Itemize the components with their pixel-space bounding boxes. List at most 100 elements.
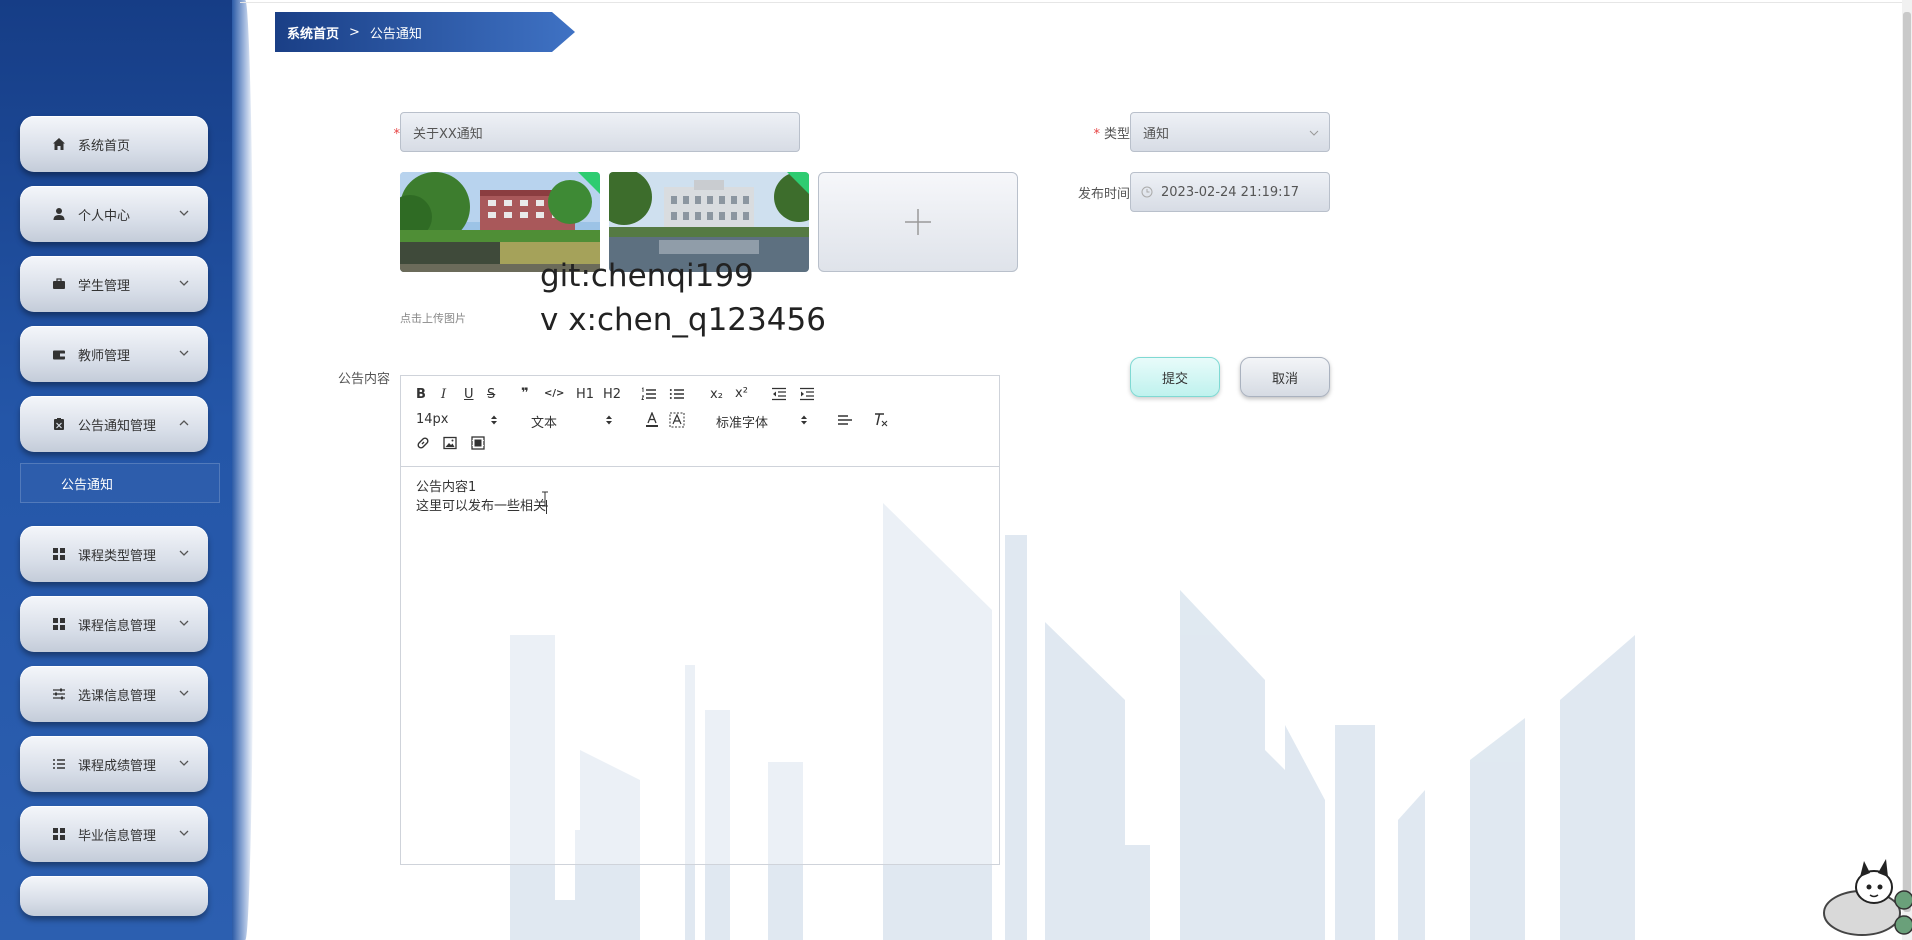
plus-icon bbox=[905, 209, 931, 235]
page-scrollbar[interactable] bbox=[1902, 0, 1912, 940]
breadcrumb-home[interactable]: 系统首页 bbox=[287, 23, 339, 42]
heading2-button[interactable]: H2 bbox=[603, 387, 621, 402]
chevron-down-icon bbox=[179, 620, 189, 626]
background-color-button[interactable] bbox=[669, 412, 685, 432]
sidebar-item-label: 系统首页 bbox=[78, 138, 131, 154]
cat-mascot-icon bbox=[1823, 859, 1912, 936]
sliders-icon bbox=[50, 685, 68, 703]
sidebar-item-course-type-management[interactable]: 课程类型管理 bbox=[20, 526, 208, 582]
clear-format-button[interactable] bbox=[873, 412, 889, 432]
font-size-select[interactable]: 14px bbox=[416, 412, 501, 427]
type-label: * 类型 bbox=[1093, 127, 1130, 142]
type-select[interactable]: 通知 bbox=[1130, 112, 1330, 152]
bullet-list-button[interactable] bbox=[669, 387, 685, 405]
clear-format-icon bbox=[875, 413, 888, 427]
sidebar-item-graduation-management[interactable]: 毕业信息管理 bbox=[20, 806, 208, 862]
bullet-list-icon bbox=[669, 389, 684, 399]
video-button[interactable] bbox=[471, 436, 485, 454]
sidebar-item-student-management[interactable]: 学生管理 bbox=[20, 256, 208, 312]
watermark-line1: git:chenqi199 bbox=[540, 258, 754, 294]
chevron-down-icon bbox=[179, 690, 189, 696]
select-arrows-icon bbox=[606, 415, 612, 425]
italic-button[interactable]: I bbox=[441, 387, 446, 402]
publish-time-input[interactable]: 2023-02-24 21:19:17 bbox=[1130, 172, 1330, 212]
uploaded-image-campus-lake[interactable] bbox=[400, 172, 600, 272]
breadcrumb: 系统首页 > 公告通知 bbox=[275, 12, 575, 52]
editor-content-line: 公告内容1 bbox=[416, 480, 477, 495]
publish-time-label: 发布时间 bbox=[1077, 187, 1130, 202]
video-icon bbox=[471, 436, 485, 450]
font-family-select[interactable]: 标准字体 bbox=[716, 412, 811, 431]
required-marker: * bbox=[1093, 127, 1100, 142]
sidebar-item-personal-center[interactable]: 个人中心 bbox=[20, 186, 208, 242]
underline-button[interactable]: U bbox=[464, 387, 474, 402]
chevron-down-icon bbox=[179, 830, 189, 836]
campus-lake-photo bbox=[400, 172, 600, 272]
chevron-down-icon bbox=[179, 280, 189, 286]
user-icon bbox=[50, 205, 68, 223]
sidebar-item-teacher-management[interactable]: 教师管理 bbox=[20, 326, 208, 382]
outdent-icon bbox=[772, 387, 786, 401]
title-input[interactable]: 关于XX通知 bbox=[400, 112, 800, 152]
image-button[interactable] bbox=[443, 436, 457, 454]
align-button[interactable] bbox=[837, 414, 853, 432]
font-size-value: 14px bbox=[416, 412, 449, 427]
content-label: 公告内容 bbox=[337, 372, 390, 387]
clock-icon bbox=[1141, 186, 1153, 198]
outdent-button[interactable] bbox=[771, 387, 787, 405]
sidebar-item-course-info-management[interactable]: 课程信息管理 bbox=[20, 596, 208, 652]
bold-button[interactable]: B bbox=[416, 387, 426, 402]
blockquote-button[interactable]: ❞ bbox=[521, 386, 529, 401]
wallet-icon bbox=[50, 345, 68, 363]
chevron-down-icon bbox=[179, 350, 189, 356]
sidebar-item-notice-management[interactable]: 公告通知管理 bbox=[20, 396, 208, 452]
cancel-button[interactable]: 取消 bbox=[1240, 357, 1330, 397]
align-left-icon bbox=[838, 415, 852, 425]
upload-hint: 点击上传图片 bbox=[400, 312, 466, 325]
ordered-list-button[interactable] bbox=[641, 387, 657, 405]
ordered-list-icon bbox=[641, 387, 656, 400]
superscript-button[interactable]: x² bbox=[735, 386, 748, 401]
publish-time-value: 2023-02-24 21:19:17 bbox=[1161, 184, 1300, 200]
chevron-down-icon bbox=[179, 760, 189, 766]
breadcrumb-separator: > bbox=[349, 24, 360, 40]
campus-building-photo bbox=[609, 172, 809, 272]
grid-icon bbox=[50, 825, 68, 843]
upload-image-button[interactable] bbox=[818, 172, 1018, 272]
home-icon bbox=[50, 135, 68, 153]
code-block-button[interactable]: </> bbox=[544, 388, 564, 399]
image-icon bbox=[443, 436, 457, 450]
text-format-value: 文本 bbox=[531, 416, 558, 431]
scrollbar-thumb[interactable] bbox=[1903, 12, 1911, 912]
subscript-button[interactable]: x₂ bbox=[710, 387, 723, 402]
sidebar-item-partial[interactable] bbox=[20, 876, 208, 916]
editor-content[interactable]: 公告内容1 这里可以发布一些相关 bbox=[416, 478, 548, 516]
submit-button[interactable]: 提交 bbox=[1130, 357, 1220, 397]
type-select-value: 通知 bbox=[1143, 126, 1170, 142]
font-color-button[interactable] bbox=[645, 411, 659, 432]
font-color-icon bbox=[646, 411, 658, 427]
indent-button[interactable] bbox=[799, 387, 815, 405]
chevron-down-icon bbox=[179, 210, 189, 216]
main-content: 系统首页 > 公告通知 *标题 关于XX通知 *类型 通知 图片 bbox=[240, 0, 1912, 940]
sidebar-item-course-grade-management[interactable]: 课程成绩管理 bbox=[20, 736, 208, 792]
select-arrows-icon bbox=[491, 415, 497, 425]
top-divider bbox=[240, 2, 1912, 3]
chevron-down-icon bbox=[179, 550, 189, 556]
sidebar-item-home[interactable]: 系统首页 bbox=[20, 116, 208, 172]
uploaded-image-campus-building[interactable] bbox=[609, 172, 809, 272]
sidebar-item-course-selection-management[interactable]: 选课信息管理 bbox=[20, 666, 208, 722]
grid-icon bbox=[50, 615, 68, 633]
text-cursor-icon bbox=[542, 491, 548, 507]
indent-icon bbox=[800, 387, 814, 401]
strike-button[interactable]: S bbox=[487, 387, 495, 402]
rich-text-editor: B I U S ❞ </> H1 H2 x₂ x² 14px 文本 标准字体 公… bbox=[400, 375, 1000, 865]
link-button[interactable] bbox=[416, 436, 430, 454]
link-icon bbox=[417, 437, 429, 449]
heading1-button[interactable]: H1 bbox=[576, 387, 594, 402]
watermark-line2: v x:chen_q123456 bbox=[540, 302, 826, 338]
text-format-select[interactable]: 文本 bbox=[531, 412, 616, 431]
select-arrows-icon bbox=[801, 415, 807, 425]
sidebar-subitem-notice[interactable]: 公告通知 bbox=[20, 463, 220, 503]
sidebar: 系统首页 个人中心 学生管理 教师管理 公告通知管理 公告通知 课程类型管理 课… bbox=[0, 0, 240, 940]
